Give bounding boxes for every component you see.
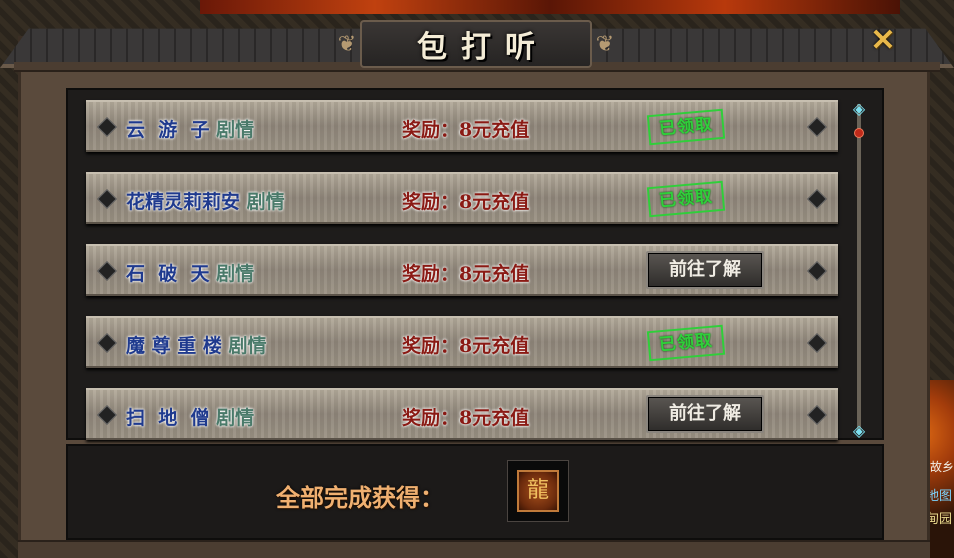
completion-label: 全部完成获得： xyxy=(276,484,444,512)
close-button[interactable]: ✕ xyxy=(866,24,900,58)
quest-name: 扫 地 僧 剧情 xyxy=(126,403,254,430)
scroll-up-icon[interactable]: ◈ xyxy=(850,100,868,118)
claimed-stamp: 已领取 xyxy=(646,180,726,218)
quest-reward: 奖励：8元充值 xyxy=(402,259,529,286)
quest-row: 扫 地 僧 剧情 奖励：8元充值 前往了解 xyxy=(86,388,838,440)
diamond-bullet-icon xyxy=(97,189,117,209)
reward-value: 8元充值 xyxy=(459,335,530,357)
claimed-stamp: 已领取 xyxy=(646,108,726,146)
quest-row: 魔 尊 重 楼 剧情 奖励：8元充值 已领取 xyxy=(86,316,838,368)
dragon-emblem-icon: 龍 xyxy=(517,470,559,512)
title-ornament-right-icon: ❦ xyxy=(595,32,615,57)
completion-area xyxy=(66,444,884,540)
reward-value: 8元充值 xyxy=(459,191,530,213)
quest-row: 花精灵莉莉安 剧情 奖励：8元充值 已领取 xyxy=(86,172,838,224)
quest-type-tag: 剧情 xyxy=(246,191,285,213)
goto-learn-button[interactable]: 前往了解 xyxy=(646,251,764,289)
quest-reward: 奖励：8元充值 xyxy=(402,187,529,214)
diamond-bullet-icon xyxy=(97,405,117,425)
reward-label: 奖励： xyxy=(402,407,460,429)
completion-reward-slot[interactable]: 龍 xyxy=(507,460,569,522)
quest-name: 石 破 天 剧情 xyxy=(126,259,254,286)
reward-label: 奖励： xyxy=(402,191,460,213)
goto-learn-button[interactable]: 前往了解 xyxy=(646,395,764,433)
title-ornament-left-icon: ❦ xyxy=(337,32,357,57)
diamond-bullet-icon xyxy=(97,333,117,353)
scrollbar-thumb[interactable] xyxy=(854,128,864,138)
diamond-bullet-icon xyxy=(807,405,827,425)
quest-name-text: 云 游 子 xyxy=(126,119,210,141)
quest-name: 魔 尊 重 楼 剧情 xyxy=(126,331,267,358)
diamond-bullet-icon xyxy=(97,117,117,137)
diamond-bullet-icon xyxy=(807,261,827,281)
scrollbar-track[interactable] xyxy=(857,104,861,430)
quest-row: 石 破 天 剧情 奖励：8元充值 前往了解 xyxy=(86,244,838,296)
quest-reward: 奖励：8元充值 xyxy=(402,115,529,142)
panel-title: 包打听 xyxy=(417,30,549,65)
quest-name-text: 魔 尊 重 楼 xyxy=(126,335,222,357)
quest-name: 花精灵莉莉安 剧情 xyxy=(126,187,285,214)
quest-row: 云 游 子 剧情 奖励：8元充值 已领取 xyxy=(86,100,838,152)
quest-name-text: 扫 地 僧 xyxy=(126,407,210,429)
quest-reward: 奖励：8元充值 xyxy=(402,331,529,358)
quest-type-tag: 剧情 xyxy=(216,407,255,429)
quest-name-text: 石 破 天 xyxy=(126,263,210,285)
quest-type-tag: 剧情 xyxy=(228,335,267,357)
reward-label: 奖励： xyxy=(402,335,460,357)
claimed-stamp: 已领取 xyxy=(646,324,726,362)
title-plate: ❦ 包打听 ❦ xyxy=(338,20,614,68)
diamond-bullet-icon xyxy=(807,117,827,137)
background-scenery-top xyxy=(200,0,900,14)
diamond-bullet-icon xyxy=(807,189,827,209)
quest-type-tag: 剧情 xyxy=(216,263,255,285)
diamond-bullet-icon xyxy=(97,261,117,281)
scroll-down-icon[interactable]: ◈ xyxy=(850,422,868,440)
quest-name-text: 花精灵莉莉安 xyxy=(126,191,241,213)
reward-value: 8元充值 xyxy=(459,407,530,429)
quest-type-tag: 剧情 xyxy=(216,119,255,141)
reward-value: 8元充值 xyxy=(459,263,530,285)
reward-value: 8元充值 xyxy=(459,119,530,141)
quest-reward: 奖励：8元充值 xyxy=(402,403,529,430)
reward-label: 奖励： xyxy=(402,263,460,285)
quest-name: 云 游 子 剧情 xyxy=(126,115,254,142)
panel-bottom-frame xyxy=(18,540,930,558)
close-icon: ✕ xyxy=(870,23,896,58)
reward-label: 奖励： xyxy=(402,119,460,141)
diamond-bullet-icon xyxy=(807,333,827,353)
